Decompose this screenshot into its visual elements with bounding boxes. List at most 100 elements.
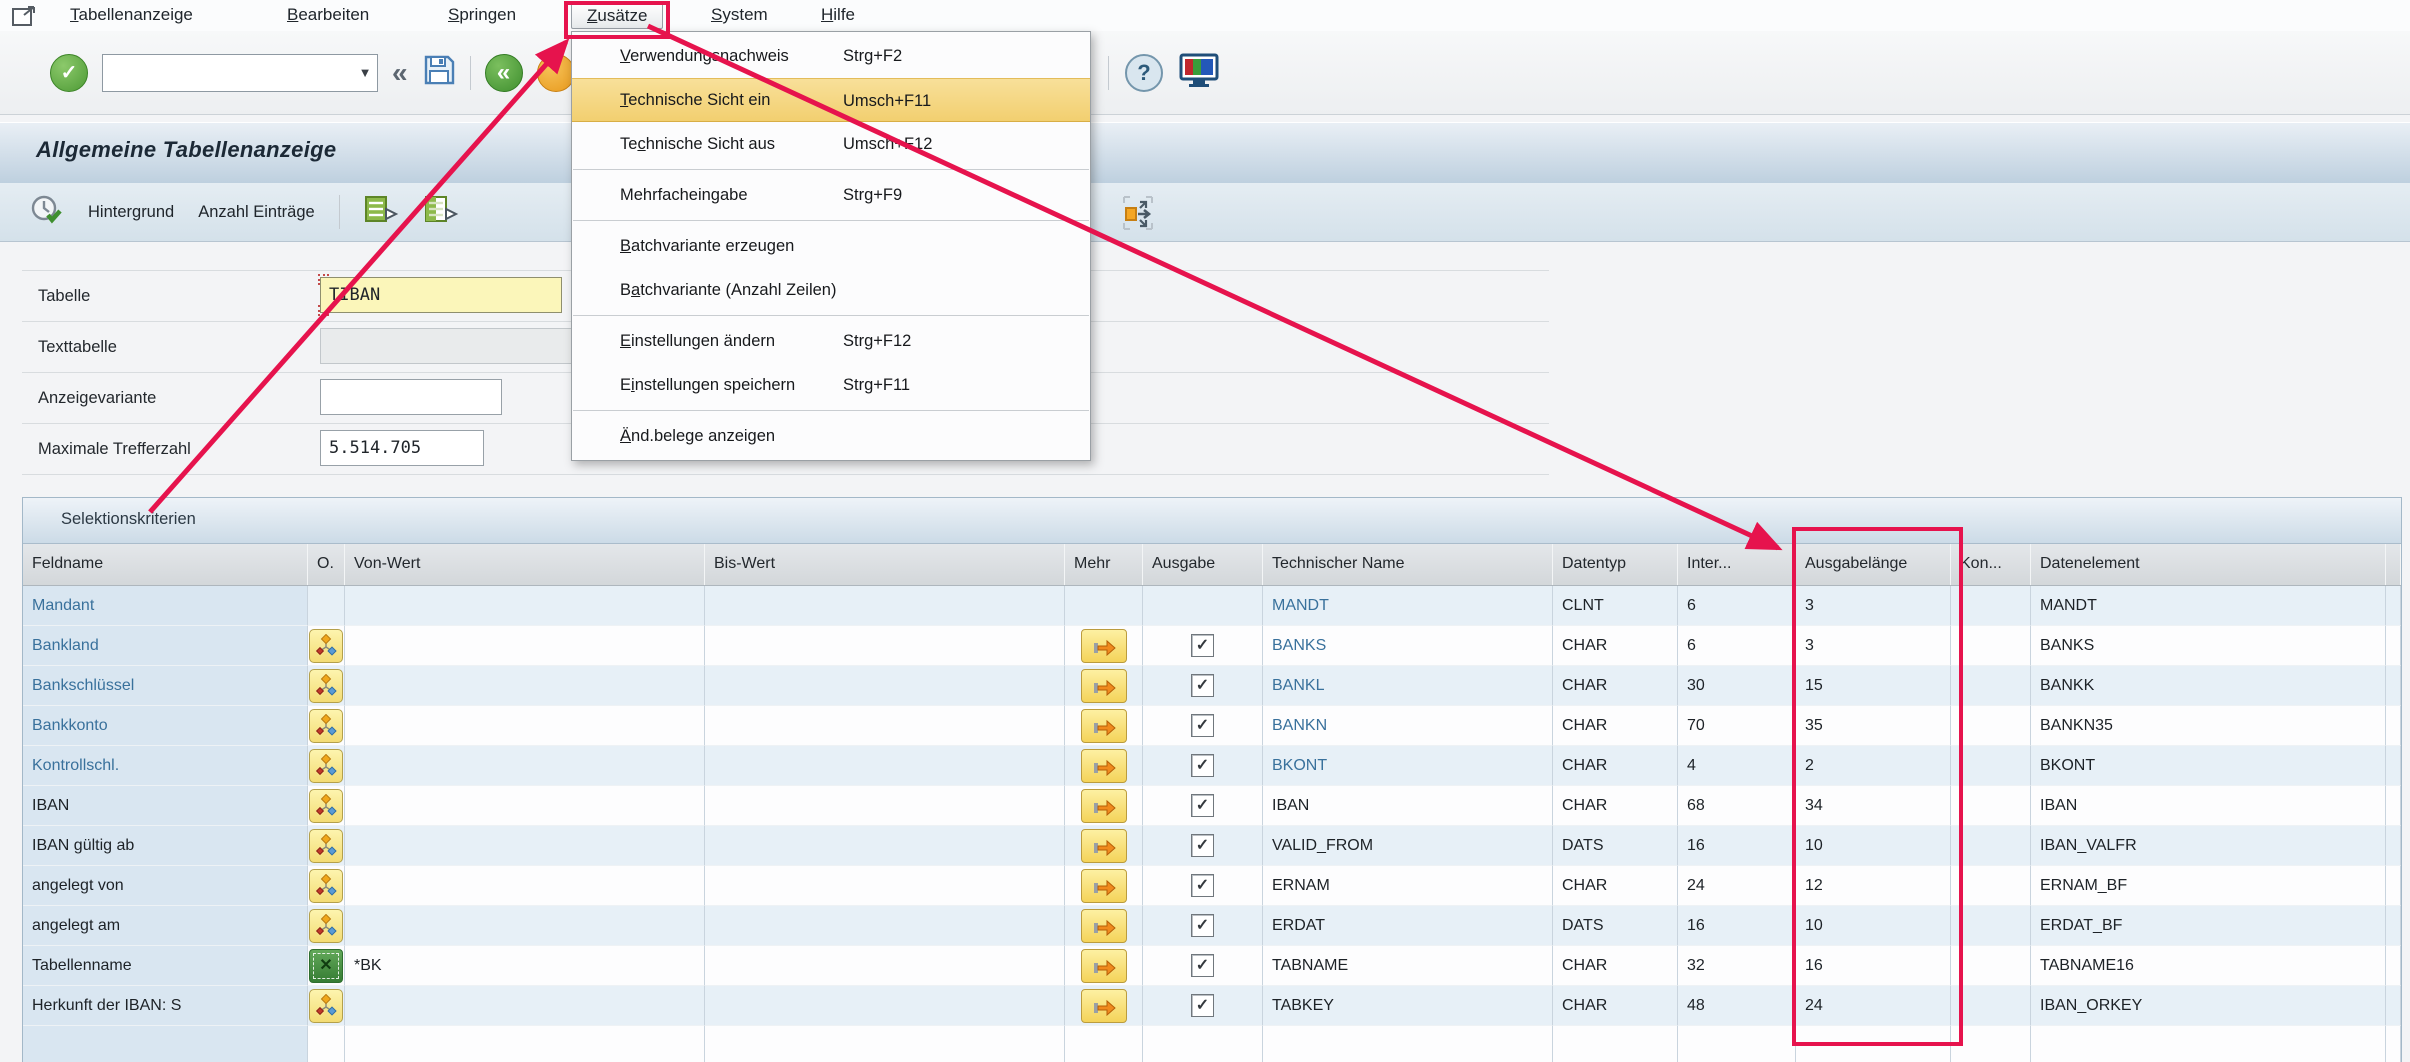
column-header-datenelement[interactable]: Datenelement — [2031, 544, 2386, 585]
list-export-icon[interactable] — [364, 195, 400, 230]
cell-von-wert[interactable]: *BK — [345, 946, 705, 986]
cell-technischer-name[interactable]: BKONT — [1263, 746, 1553, 786]
menu-item-verwendungsnachweis[interactable]: VerwendungsnachweisStrg+F2 — [572, 34, 1090, 78]
column-header-mehr[interactable]: Mehr — [1065, 544, 1143, 585]
cell-bis-wert[interactable] — [705, 946, 1065, 986]
multiple-selection-icon[interactable] — [309, 709, 343, 743]
cell-von-wert[interactable] — [345, 706, 705, 746]
cell-technischer-name[interactable]: BANKN — [1263, 706, 1553, 746]
multiple-selection-icon[interactable] — [309, 989, 343, 1023]
form-field-tabelle[interactable]: TIBAN — [320, 277, 562, 313]
more-selection-button[interactable] — [1081, 989, 1127, 1023]
multiple-selection-icon[interactable] — [309, 909, 343, 943]
cell-feldname[interactable]: angelegt am — [23, 906, 308, 946]
multiple-selection-icon[interactable] — [309, 669, 343, 703]
cell-bis-wert[interactable] — [705, 666, 1065, 706]
cell-von-wert[interactable] — [345, 746, 705, 786]
cell-technischer-name[interactable]: TABNAME — [1263, 946, 1553, 986]
output-checkbox[interactable]: ✓ — [1191, 914, 1214, 937]
menu-item-einstellungenspeichern[interactable]: Einstellungen speichernStrg+F11 — [572, 363, 1090, 407]
menu-bar-item-tabellenanzeige[interactable]: Tabellenanzeige — [55, 2, 208, 29]
cell-feldname[interactable]: Herkunft der IBAN: S — [23, 986, 308, 1026]
cell-von-wert[interactable] — [345, 986, 705, 1026]
distribute-icon[interactable] — [1118, 195, 1158, 236]
cell-von-wert[interactable] — [345, 666, 705, 706]
output-checkbox[interactable]: ✓ — [1191, 994, 1214, 1017]
exclude-pattern-icon[interactable]: ✕ — [309, 949, 343, 983]
list-export-alt-icon[interactable] — [424, 195, 460, 230]
cell-technischer-name[interactable]: ERNAM — [1263, 866, 1553, 906]
menu-bar-item-hilfe[interactable]: Hilfe — [806, 2, 870, 29]
output-checkbox[interactable]: ✓ — [1191, 794, 1214, 817]
selection-criteria-tab[interactable]: Selektionskriterien — [23, 498, 2401, 544]
save-button[interactable] — [422, 54, 456, 91]
cell-feldname[interactable]: Bankkonto — [23, 706, 308, 746]
cell-technischer-name[interactable]: MANDT — [1263, 586, 1553, 626]
menu-item-mehrfacheingabe[interactable]: MehrfacheingabeStrg+F9 — [572, 173, 1090, 217]
menu-bar-item-bearbeiten[interactable]: Bearbeiten — [272, 2, 384, 29]
execute-in-background-icon[interactable] — [30, 194, 64, 231]
command-dropdown-icon[interactable]: ▼ — [353, 65, 377, 80]
cell-bis-wert[interactable] — [705, 706, 1065, 746]
anzahl-eintraege-button[interactable]: Anzahl Einträge — [198, 203, 315, 222]
output-checkbox[interactable]: ✓ — [1191, 754, 1214, 777]
more-selection-button[interactable] — [1081, 829, 1127, 863]
more-selection-button[interactable] — [1081, 629, 1127, 663]
column-header-ausgabelnge[interactable]: Ausgabelänge — [1796, 544, 1951, 585]
column-header-biswert[interactable]: Bis-Wert — [705, 544, 1065, 585]
menu-bar-item-system[interactable]: System — [696, 2, 783, 29]
cell-technischer-name[interactable]: BANKL — [1263, 666, 1553, 706]
output-checkbox[interactable]: ✓ — [1191, 874, 1214, 897]
cell-technischer-name[interactable]: TABKEY — [1263, 986, 1553, 1026]
help-button[interactable]: ? — [1125, 54, 1163, 92]
column-header-filler[interactable] — [2386, 544, 2401, 585]
column-header-technischername[interactable]: Technischer Name — [1263, 544, 1553, 585]
cell-feldname[interactable]: Kontrollschl. — [23, 746, 308, 786]
output-checkbox[interactable]: ✓ — [1191, 954, 1214, 977]
cell-technischer-name[interactable]: BANKS — [1263, 626, 1553, 666]
column-header-vonwert[interactable]: Von-Wert — [345, 544, 705, 585]
column-header-inter[interactable]: Inter... — [1678, 544, 1796, 585]
menu-item-ndbelegeanzeigen[interactable]: Änd.belege anzeigen — [572, 414, 1090, 458]
more-selection-button[interactable] — [1081, 749, 1127, 783]
cell-feldname[interactable]: IBAN gültig ab — [23, 826, 308, 866]
more-selection-button[interactable] — [1081, 709, 1127, 743]
cell-von-wert[interactable] — [345, 626, 705, 666]
menu-item-technischesichtein[interactable]: Technische Sicht einUmsch+F11 — [572, 78, 1090, 122]
collapse-toolbar-icon[interactable]: « — [392, 58, 408, 88]
multiple-selection-icon[interactable] — [309, 629, 343, 663]
cell-feldname[interactable]: angelegt von — [23, 866, 308, 906]
cell-feldname[interactable]: Bankland — [23, 626, 308, 666]
output-checkbox[interactable]: ✓ — [1191, 634, 1214, 657]
multiple-selection-icon[interactable] — [309, 829, 343, 863]
exit-button[interactable] — [537, 54, 575, 92]
menu-item-batchvarianteerzeugen[interactable]: Batchvariante erzeugen — [572, 224, 1090, 268]
more-selection-button[interactable] — [1081, 789, 1127, 823]
cell-feldname[interactable]: Bankschlüssel — [23, 666, 308, 706]
column-header-datentyp[interactable]: Datentyp — [1553, 544, 1678, 585]
column-header-ausgabe[interactable]: Ausgabe — [1143, 544, 1263, 585]
cell-bis-wert[interactable] — [705, 626, 1065, 666]
menu-item-einstellungenndern[interactable]: Einstellungen ändernStrg+F12 — [572, 319, 1090, 363]
cell-von-wert[interactable] — [345, 786, 705, 826]
more-selection-button[interactable] — [1081, 869, 1127, 903]
menu-bar-item-springen[interactable]: Springen — [433, 2, 531, 29]
cell-bis-wert[interactable] — [705, 586, 1065, 626]
menu-bar-item-zustze[interactable]: Zusätze — [571, 2, 663, 29]
multiple-selection-icon[interactable] — [309, 869, 343, 903]
cell-von-wert[interactable] — [345, 586, 705, 626]
cell-bis-wert[interactable] — [705, 866, 1065, 906]
cell-technischer-name[interactable]: VALID_FROM — [1263, 826, 1553, 866]
window-control-icon[interactable] — [12, 5, 38, 32]
cell-bis-wert[interactable] — [705, 826, 1065, 866]
column-header-o[interactable]: O. — [308, 544, 345, 585]
cell-feldname[interactable]: Tabellenname — [23, 946, 308, 986]
cell-von-wert[interactable] — [345, 826, 705, 866]
cell-bis-wert[interactable] — [705, 786, 1065, 826]
cell-bis-wert[interactable] — [705, 746, 1065, 786]
column-header-kon[interactable]: Kon... — [1951, 544, 2031, 585]
back-button[interactable]: « — [485, 54, 523, 92]
cell-bis-wert[interactable] — [705, 986, 1065, 1026]
multiple-selection-icon[interactable] — [309, 749, 343, 783]
form-field-anzeigevariante[interactable] — [320, 379, 502, 415]
